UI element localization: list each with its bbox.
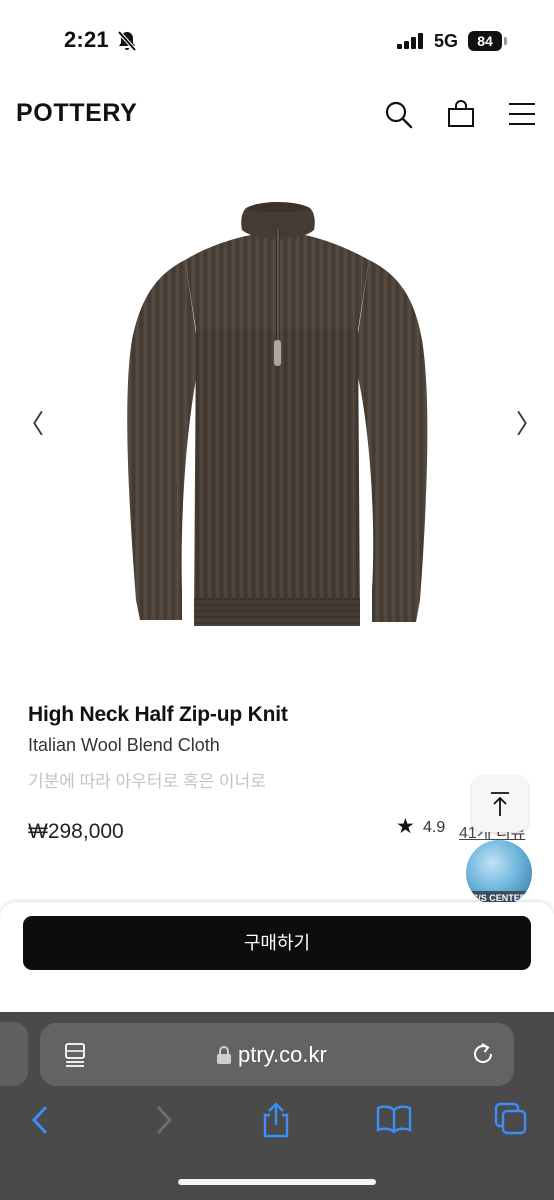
- product-price: ₩298,000: [28, 820, 124, 843]
- menu-icon[interactable]: [508, 102, 536, 131]
- rating-value: 4.9: [423, 819, 446, 836]
- star-icon: ★: [396, 815, 415, 838]
- home-indicator: [178, 1179, 376, 1185]
- signal-icon: [397, 33, 427, 54]
- cart-icon[interactable]: [446, 100, 476, 133]
- share-icon[interactable]: [260, 1101, 292, 1144]
- battery-level: 84: [477, 33, 493, 49]
- tabs-icon[interactable]: [494, 1102, 528, 1141]
- cs-center-button[interactable]: C/S CENTER: [466, 840, 532, 906]
- product-image: [60, 190, 494, 660]
- product-name: High Neck Half Zip-up Knit: [28, 703, 288, 726]
- battery-icon: 84: [468, 31, 502, 51]
- scroll-top-button[interactable]: [472, 776, 528, 832]
- mute-icon: [117, 30, 137, 57]
- arrow-up-icon: [491, 792, 509, 816]
- brand-logo[interactable]: POTTERY: [16, 99, 137, 128]
- lock-icon: [216, 1045, 232, 1070]
- battery-cap: [504, 37, 507, 45]
- search-icon[interactable]: [384, 100, 414, 135]
- network-label: 5G: [434, 31, 459, 51]
- bookmarks-icon[interactable]: [376, 1104, 412, 1139]
- buy-button[interactable]: 구매하기: [23, 916, 531, 970]
- product-subtitle: Italian Wool Blend Cloth: [28, 735, 220, 755]
- product-description: 기분에 따라 아우터로 혹은 이너로: [28, 772, 266, 791]
- adjacent-tab-preview[interactable]: [0, 1022, 28, 1086]
- reader-icon[interactable]: [64, 1042, 86, 1073]
- status-time: 2:21: [64, 27, 109, 52]
- back-icon[interactable]: [28, 1104, 54, 1141]
- forward-icon[interactable]: [150, 1104, 176, 1141]
- url-text[interactable]: ptry.co.kr: [238, 1042, 327, 1068]
- reload-icon[interactable]: [470, 1041, 496, 1072]
- prev-image-arrow[interactable]: 〈: [18, 404, 44, 441]
- next-image-arrow[interactable]: 〉: [516, 404, 542, 441]
